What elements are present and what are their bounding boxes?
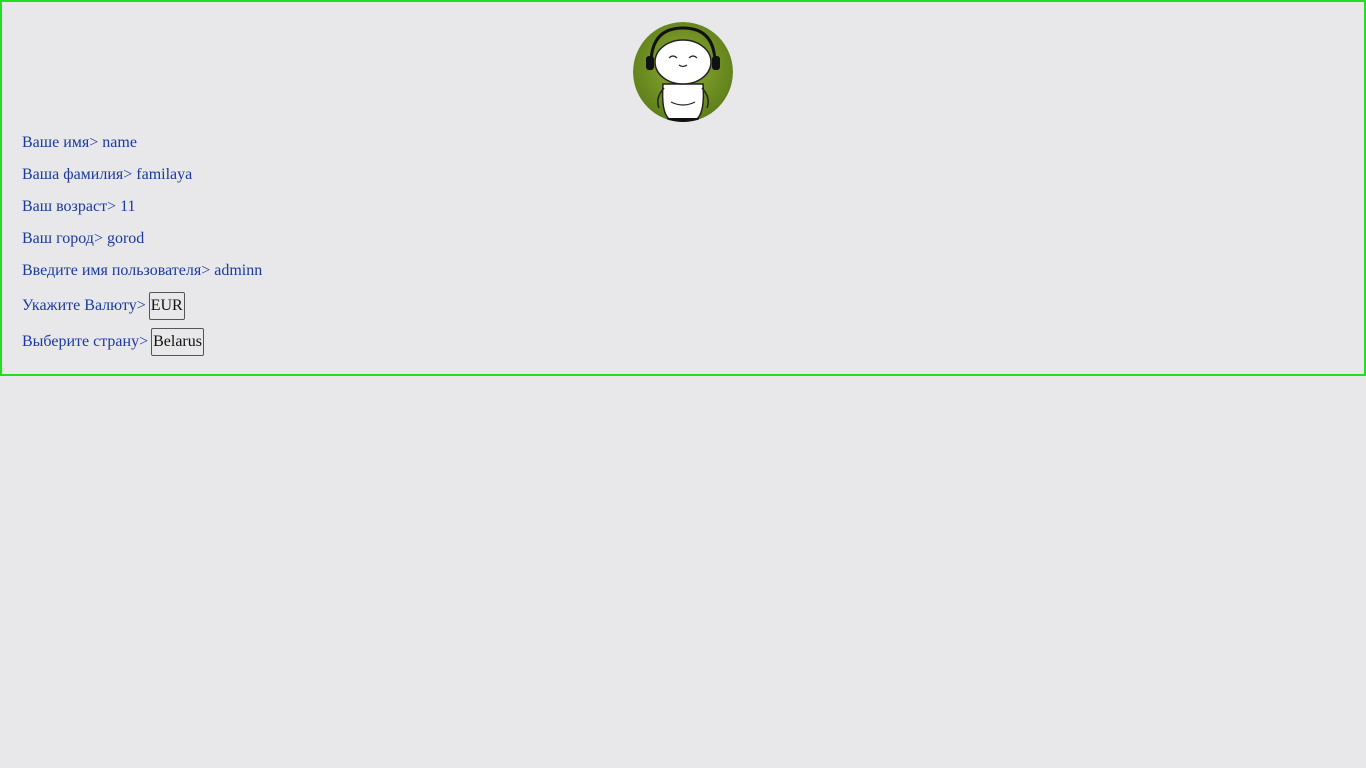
first-name-row: Ваше имя> name bbox=[22, 132, 262, 164]
currency-row: Укажите Валюту> EUR bbox=[22, 292, 262, 328]
currency-label: Укажите Валюту> bbox=[22, 297, 146, 314]
country-row: Выберите страну> Belarus bbox=[22, 328, 262, 364]
age-label: Ваш возраст> bbox=[22, 198, 117, 215]
last-name-row: Ваша фамилия> familaya bbox=[22, 164, 262, 196]
city-row: Ваш город> gorod bbox=[22, 228, 262, 260]
age-value: 11 bbox=[120, 198, 136, 215]
username-value: adminn bbox=[214, 262, 263, 279]
country-label: Выберите страну> bbox=[22, 333, 149, 350]
username-row: Введите имя пользователя> adminn bbox=[22, 260, 262, 292]
avatar bbox=[633, 22, 733, 122]
profile-panel: Ваше имя> name Ваша фамилия> familaya Ваш … bbox=[0, 0, 1366, 376]
age-row: Ваш возраст> 11 bbox=[22, 196, 262, 228]
headphones-character-icon bbox=[633, 22, 733, 122]
country-select[interactable]: Belarus bbox=[151, 328, 204, 357]
currency-select[interactable]: EUR bbox=[148, 292, 185, 321]
username-label: Введите имя пользователя> bbox=[22, 262, 211, 279]
first-name-label: Ваше имя> bbox=[22, 134, 99, 151]
last-name-label: Ваша фамилия> bbox=[22, 166, 133, 183]
city-label: Ваш город> bbox=[22, 230, 103, 247]
city-value: gorod bbox=[106, 230, 145, 247]
last-name-value: familaya bbox=[136, 166, 193, 183]
first-name-value: name bbox=[102, 134, 137, 151]
profile-fields: Ваше имя> name Ваша фамилия> familaya Ваш … bbox=[22, 132, 262, 364]
